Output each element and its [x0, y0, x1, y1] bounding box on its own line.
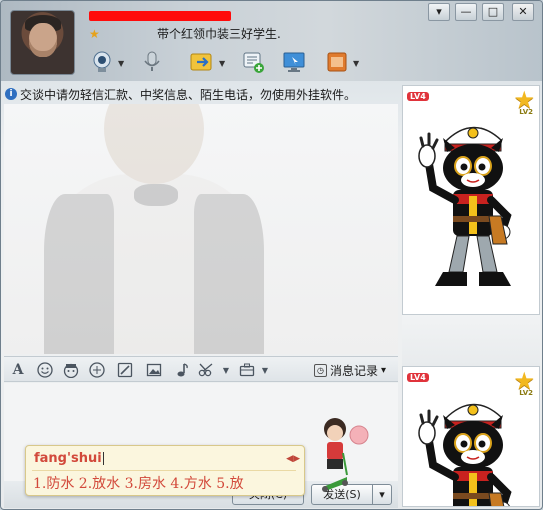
black-cat-sheriff-image	[418, 126, 512, 286]
contact-avatar[interactable]	[10, 10, 75, 75]
ime-pinyin-text: fang'shui	[34, 451, 104, 466]
toolbox-dropdown-icon[interactable]: ▼	[256, 361, 274, 379]
message-history-area[interactable]	[4, 104, 398, 354]
info-icon: i	[5, 88, 17, 100]
chat-window: ★ 带个红领巾装三好学生. ▾ — □ ✕ ▼ ▼ ▼ i 交谈中请勿轻信汇款、…	[0, 0, 543, 510]
window-menu-button[interactable]: ▾	[428, 3, 450, 21]
ime-candidate-window: fang'shui ◀▶ 1.防水 2.放水 3.房水 4.方水 5.放	[25, 445, 305, 496]
magic-emoji-icon[interactable]	[88, 361, 106, 379]
remote-desktop-icon[interactable]	[281, 49, 307, 75]
video-dropdown-icon[interactable]: ▼	[118, 59, 124, 68]
video-camera-icon[interactable]	[89, 49, 115, 75]
app-box-dropdown-icon[interactable]: ▼	[353, 59, 359, 68]
black-cat-sheriff-own-image	[418, 403, 512, 506]
minimize-button[interactable]: —	[455, 3, 477, 21]
history-clock-icon: ◷	[313, 364, 327, 377]
screenshot-dropdown-icon[interactable]: ▼	[217, 361, 235, 379]
avatar-face	[29, 23, 57, 57]
ime-divider	[32, 470, 296, 471]
send-image-icon[interactable]	[145, 361, 163, 379]
security-notice: i 交谈中请勿轻信汇款、中奖信息、陌生电话，勿使用外挂软件。	[5, 85, 395, 103]
message-history-button[interactable]: ◷ 消息记录 ▾	[313, 362, 386, 379]
screenshot-scissors-icon[interactable]	[198, 361, 216, 379]
file-transfer-icon[interactable]	[189, 49, 215, 75]
chat-header: ★ 带个红领巾装三好学生. ▾ — □ ✕ ▼ ▼ ▼	[1, 1, 542, 81]
ime-mascot-image	[313, 413, 383, 493]
contact-signature: 带个红领巾装三好学生.	[157, 27, 281, 41]
vip-star-icon[interactable]: ★	[89, 27, 100, 41]
maximize-button[interactable]: □	[482, 3, 504, 21]
toolbox-icon[interactable]	[238, 361, 256, 379]
side-panel-divider	[402, 315, 540, 366]
contact-show-panel[interactable]: LV4 ★ LV2	[402, 85, 540, 315]
history-label: 消息记录	[329, 364, 378, 378]
level-badge: LV4	[407, 92, 429, 101]
ime-page-nav[interactable]: ◀▶	[286, 454, 300, 464]
app-box-icon[interactable]	[324, 49, 350, 75]
chat-background-image	[24, 104, 284, 354]
ime-candidates[interactable]: 1.防水 2.放水 3.房水 4.方水 5.放	[33, 473, 244, 493]
security-notice-text: 交谈中请勿轻信汇款、中奖信息、陌生电话，勿使用外挂软件。	[20, 87, 357, 102]
history-dropdown-icon: ▾	[380, 365, 386, 376]
file-dropdown-icon[interactable]: ▼	[219, 59, 225, 68]
music-icon[interactable]	[173, 361, 191, 379]
own-show-panel[interactable]: LV4 ★ LV2	[402, 366, 540, 507]
microphone-icon[interactable]	[139, 49, 165, 75]
emoji-icon[interactable]	[36, 361, 54, 379]
message-icon[interactable]	[240, 49, 266, 75]
vip-emoji-icon[interactable]	[62, 361, 80, 379]
contact-name-redacted	[89, 11, 231, 21]
close-window-button[interactable]: ✕	[512, 3, 534, 21]
format-toolbar: A ▼ ▼ ◷ 消息记录 ▾	[4, 356, 398, 382]
handwriting-icon[interactable]	[116, 361, 134, 379]
font-icon[interactable]: A	[9, 361, 27, 379]
